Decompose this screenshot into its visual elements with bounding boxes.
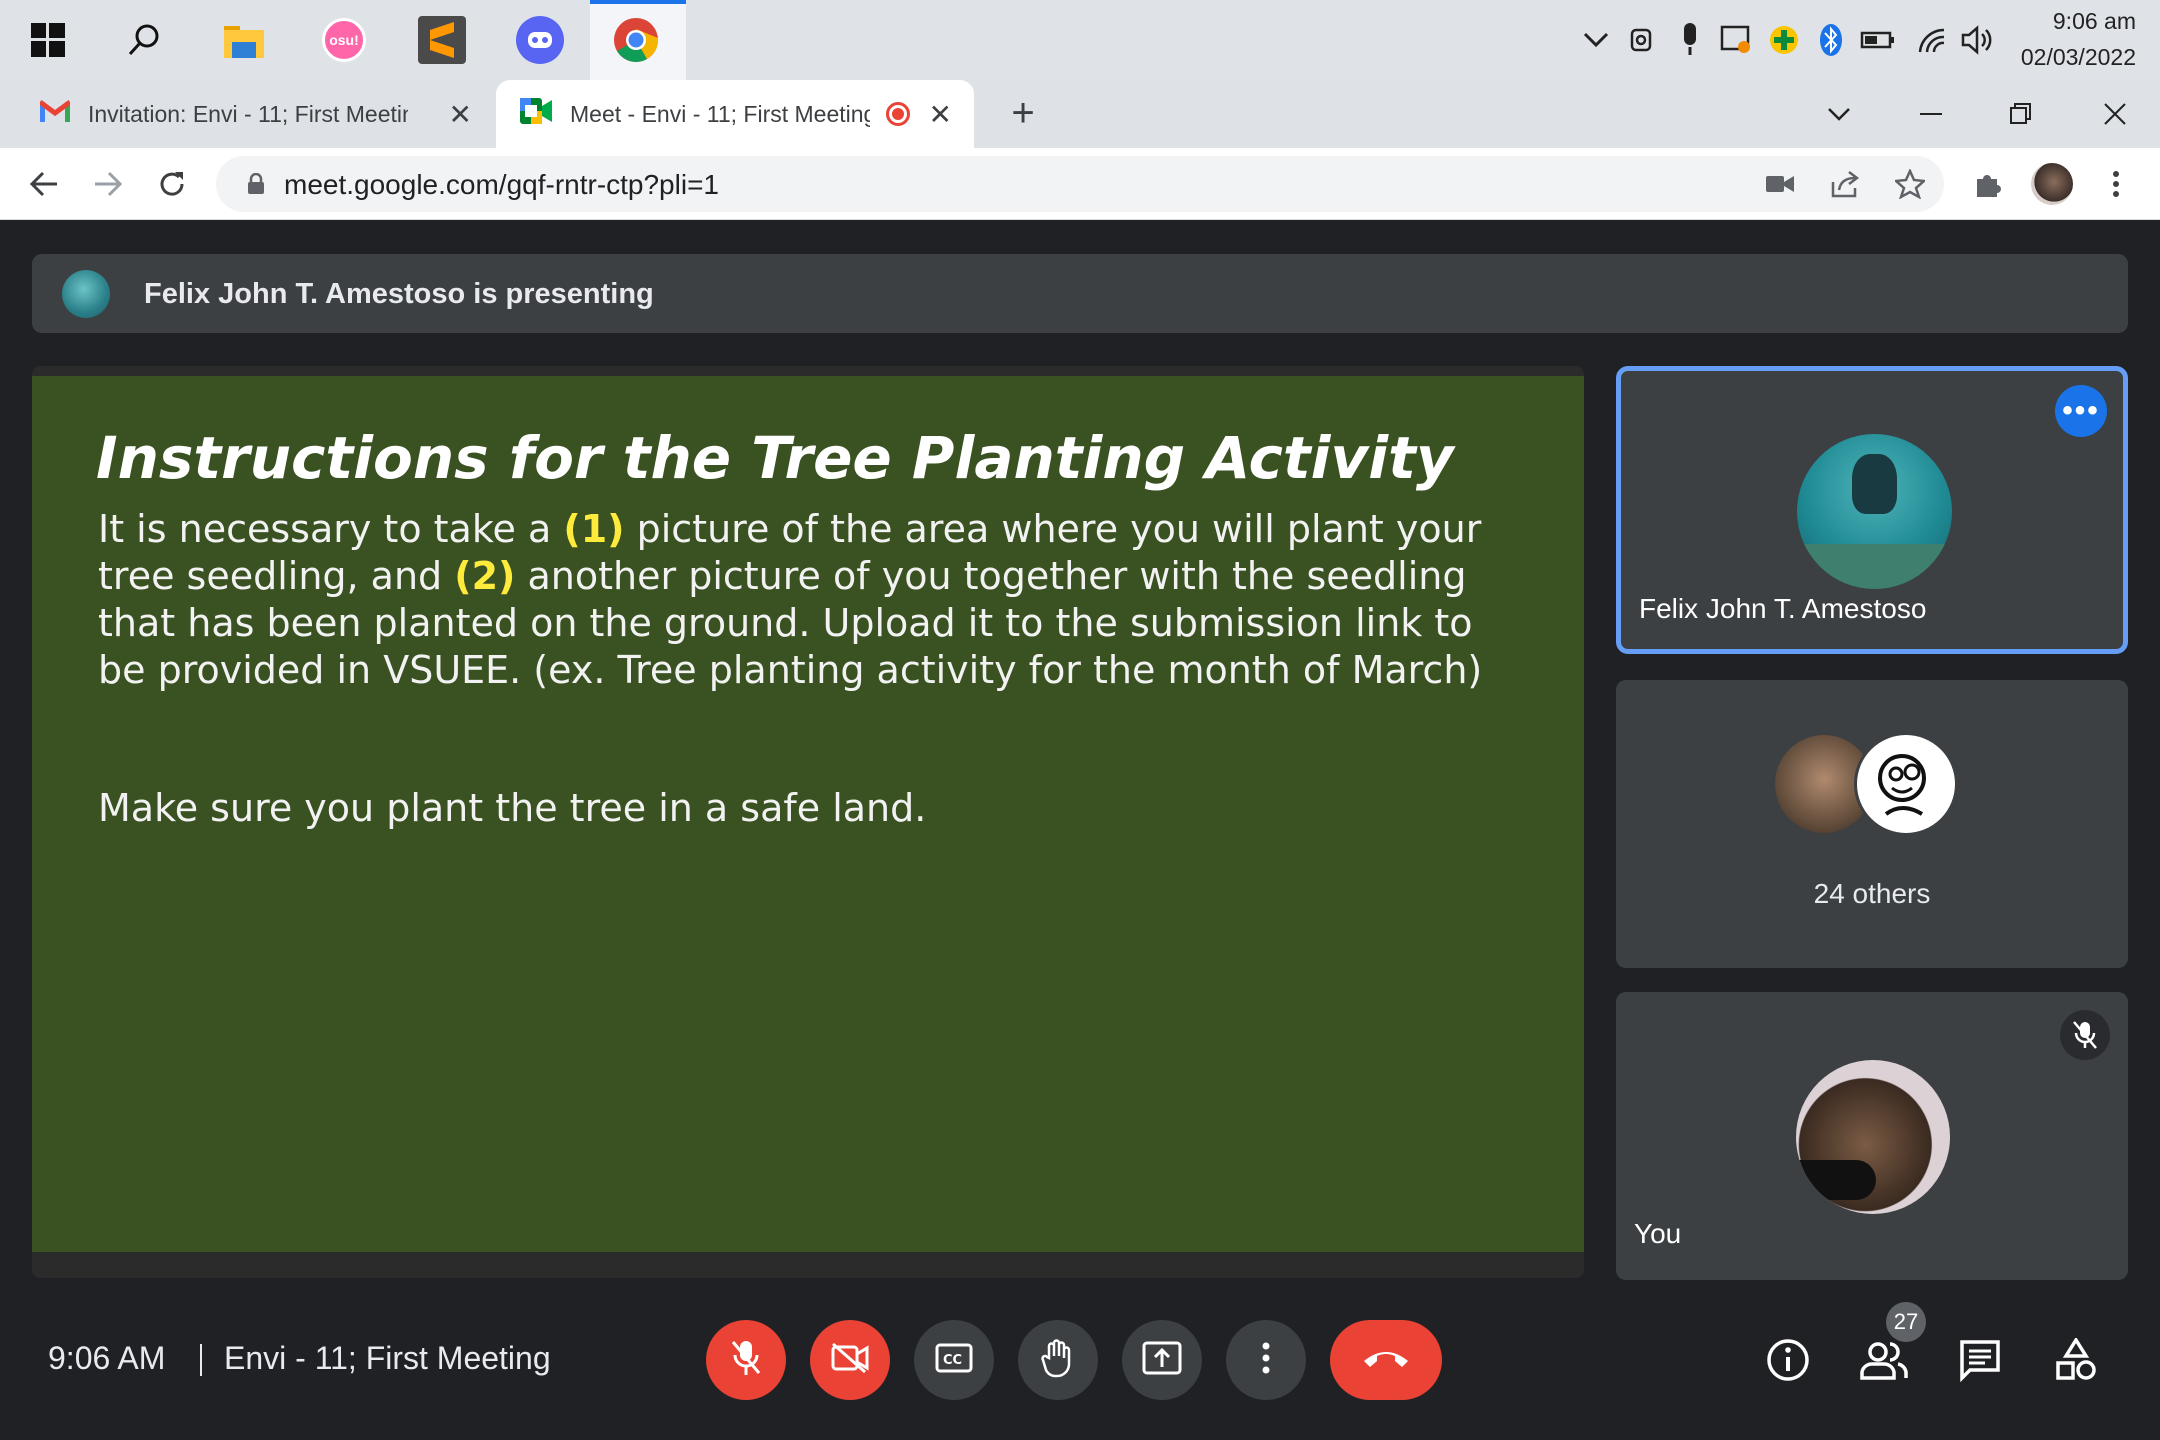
avatar-seabed	[1797, 544, 1952, 589]
back-button[interactable]	[20, 160, 68, 208]
activities-button[interactable]	[2048, 1334, 2104, 1390]
chevron-up-icon[interactable]	[1576, 22, 1616, 58]
close-window-button[interactable]	[2070, 80, 2160, 148]
folder-icon[interactable]	[216, 12, 272, 68]
meeting-time: 9:06 AM	[48, 1340, 166, 1376]
sublime-text-icon[interactable]	[414, 12, 470, 68]
gmail-icon	[38, 99, 72, 128]
browser-toolbar: meet.google.com/gqf-rntr-ctp?pli=1	[0, 148, 2160, 220]
reload-button[interactable]	[148, 160, 196, 208]
meeting-details-button[interactable]	[1760, 1334, 1816, 1390]
participant-name: Felix John T. Amestoso	[1639, 593, 1927, 624]
chat-icon	[1958, 1338, 2002, 1387]
avatar	[1797, 434, 1952, 589]
presenting-text: Felix John T. Amestoso is presenting	[144, 278, 654, 310]
presenter-mini-avatar	[62, 270, 110, 318]
slide-title: Instructions for the Tree Planting Activ…	[96, 424, 1454, 492]
close-tab-icon[interactable]: ✕	[929, 98, 952, 131]
present-screen-icon	[1142, 1341, 1182, 1380]
presenting-banner: Felix John T. Amestoso is presenting	[32, 254, 2128, 333]
lock-icon[interactable]	[236, 164, 276, 204]
microphone-tray-icon[interactable]	[1672, 22, 1708, 58]
avatar-diver	[1852, 454, 1897, 514]
info-icon	[1766, 1338, 1810, 1387]
forward-button[interactable]	[84, 160, 132, 208]
meeting-title: Envi - 11; First Meeting	[224, 1340, 551, 1376]
battery-icon[interactable]	[1858, 22, 1898, 58]
clock-time[interactable]: 9:06 am	[1996, 8, 2136, 35]
chrome-icon[interactable]	[608, 12, 664, 68]
close-tab-icon[interactable]: ✕	[449, 98, 472, 131]
camera-off-icon	[830, 1342, 870, 1379]
minimize-button[interactable]	[1886, 80, 1976, 148]
people-icon	[1860, 1340, 1908, 1385]
captions-button[interactable]: CC	[914, 1320, 994, 1400]
mic-off-icon	[730, 1339, 762, 1382]
others-count-label: 24 others	[1813, 878, 1931, 909]
osu-label: osu!	[322, 18, 366, 62]
shield-tray-icon[interactable]	[1764, 22, 1804, 58]
tab-search-chevron-icon[interactable]	[1794, 80, 1884, 148]
camera-tray-icon[interactable]	[1624, 22, 1660, 58]
presentation-view: Instructions for the Tree Planting Activ…	[32, 366, 1584, 1278]
participant-tile-others[interactable]: 24 others	[1616, 680, 2128, 968]
tab-gmail-invitation[interactable]: Invitation: Envi - 11; First Meeting ✕	[16, 80, 494, 148]
clock-date[interactable]: 02/03/2022	[1996, 44, 2136, 71]
participants-button[interactable]	[1856, 1334, 1912, 1390]
camera-in-use-icon[interactable]	[1760, 164, 1800, 204]
slide-body: It is necessary to take a (1) picture of…	[98, 506, 1518, 694]
mic-toggle-button[interactable]	[706, 1320, 786, 1400]
screen-capture-tray-icon[interactable]	[1716, 22, 1756, 58]
avatar	[1854, 732, 1958, 836]
chat-button[interactable]	[1952, 1334, 2008, 1390]
extensions-puzzle-icon[interactable]	[1964, 160, 2012, 208]
participant-count-badge: 27	[1886, 1302, 1926, 1342]
slide-highlight-1: (1)	[563, 507, 625, 551]
avatar	[1796, 1060, 1950, 1214]
hand-icon	[1041, 1338, 1075, 1383]
leave-call-button[interactable]	[1330, 1320, 1442, 1400]
shapes-icon	[2054, 1336, 2098, 1387]
chrome-menu-icon[interactable]	[2092, 160, 2140, 208]
tab-title: Meet - Envi - 11; First Meeting	[570, 100, 870, 127]
participant-tile-presenter[interactable]: ••• Felix John T. Amestoso	[1616, 366, 2128, 654]
profile-avatar[interactable]	[2028, 160, 2076, 208]
svg-text:CC: CC	[943, 1353, 962, 1368]
meet-icon	[520, 98, 552, 130]
url-text: meet.google.com/gqf-rntr-ctp?pli=1	[284, 169, 719, 200]
slide-text: It is necessary to take a	[98, 507, 564, 551]
more-options-button[interactable]	[1226, 1320, 1306, 1400]
presentation-slide: Instructions for the Tree Planting Activ…	[32, 376, 1584, 1252]
search-icon[interactable]	[116, 12, 172, 68]
address-bar[interactable]: meet.google.com/gqf-rntr-ctp?pli=1	[216, 156, 1944, 212]
discord-icon[interactable]	[512, 12, 568, 68]
windows-logo-icon[interactable]	[20, 12, 76, 68]
mic-off-icon	[2060, 1010, 2110, 1060]
tab-meet[interactable]: Meet - Envi - 11; First Meeting ✕	[496, 80, 974, 148]
participant-tile-self[interactable]: You	[1616, 992, 2128, 1280]
present-now-button[interactable]	[1122, 1320, 1202, 1400]
slide-highlight-2: (2)	[454, 554, 516, 598]
closed-captions-icon: CC	[935, 1343, 973, 1378]
windows-taskbar: osu! 9:06 am 02/03/2022	[0, 0, 2160, 80]
new-tab-button[interactable]: +	[998, 88, 1048, 138]
divider	[200, 1344, 202, 1376]
bookmark-star-icon[interactable]	[1890, 164, 1930, 204]
camera-toggle-button[interactable]	[810, 1320, 890, 1400]
tab-title: Invitation: Envi - 11; First Meeting	[88, 100, 408, 127]
more-options-icon[interactable]: •••	[2055, 385, 2107, 437]
share-icon[interactable]	[1826, 164, 1866, 204]
raise-hand-button[interactable]	[1018, 1320, 1098, 1400]
osu-icon[interactable]: osu!	[316, 12, 372, 68]
restore-button[interactable]	[1976, 80, 2066, 148]
avatar-face-mask	[1796, 1160, 1876, 1200]
hang-up-icon	[1361, 1347, 1411, 1374]
wifi-icon[interactable]	[1912, 22, 1952, 58]
volume-icon[interactable]	[1958, 22, 1998, 58]
recording-indicator-icon	[886, 102, 910, 126]
bluetooth-icon[interactable]	[1814, 22, 1848, 58]
more-vert-icon	[1262, 1342, 1270, 1379]
slide-note: Make sure you plant the tree in a safe l…	[98, 786, 927, 830]
participant-name: You	[1634, 1218, 1682, 1249]
